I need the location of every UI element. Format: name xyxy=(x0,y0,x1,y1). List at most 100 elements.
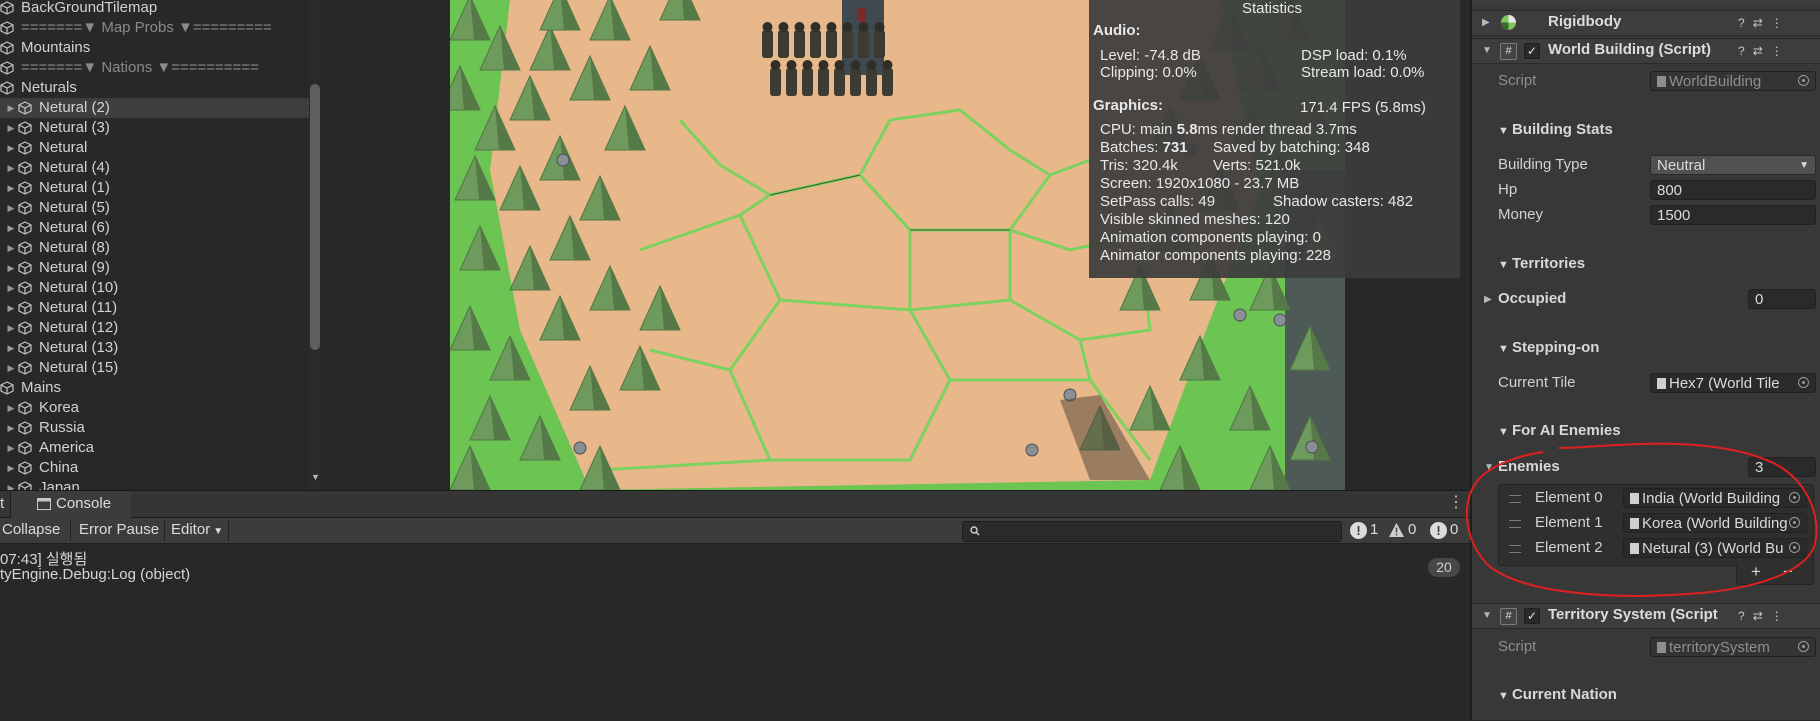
ai-enemies-header[interactable]: ▼ For AI Enemies xyxy=(1498,421,1621,442)
territories-header[interactable]: ▼ Territories xyxy=(1498,254,1585,275)
hierarchy-item[interactable]: ▶ Netural xyxy=(0,138,310,158)
rock xyxy=(1273,313,1287,327)
hierarchy-item[interactable]: BackGroundTilemap xyxy=(0,0,310,18)
hierarchy-item[interactable]: ▶ Russia xyxy=(0,418,310,438)
tab-previous[interactable]: t xyxy=(0,492,4,516)
expand-arrow-icon[interactable]: ▶ xyxy=(5,278,17,298)
hierarchy-item[interactable]: ▶ Netural (3) xyxy=(0,118,310,138)
hierarchy-item[interactable]: ▶ Netural (4) xyxy=(0,158,310,178)
expand-arrow-icon[interactable]: ▶ xyxy=(5,438,17,458)
hierarchy-separator[interactable]: =======▼ Nations ▼========== xyxy=(0,58,310,78)
hierarchy-item[interactable]: ▶ America xyxy=(0,438,310,458)
stats-cpu: CPU: main 5.8ms render thread 3.7ms xyxy=(1100,121,1357,138)
building-type-dropdown[interactable]: Neutral ▼ xyxy=(1650,155,1816,175)
fold-right-icon[interactable]: ▶ xyxy=(1482,17,1490,28)
scroll-down-arrow-icon[interactable]: ▼ xyxy=(309,472,322,486)
object-picker-icon[interactable] xyxy=(1798,377,1809,388)
presets-icon[interactable]: ⇄ xyxy=(1753,609,1771,623)
expand-arrow-icon[interactable]: ▶ xyxy=(5,358,17,378)
territory-script-field[interactable]: territorySystem xyxy=(1650,637,1816,657)
hierarchy-item[interactable]: ▶ Netural (15) xyxy=(0,358,310,378)
object-picker-icon[interactable] xyxy=(1798,75,1809,86)
expand-arrow-icon[interactable]: ▶ xyxy=(5,458,17,478)
component-menu-icon[interactable]: ⋮ xyxy=(1771,16,1791,30)
script-field[interactable]: WorldBuilding xyxy=(1650,71,1816,91)
help-icon[interactable]: ? xyxy=(1738,16,1753,30)
hierarchy-item-label: Netural (3) xyxy=(39,119,110,136)
world-building-enabled-checkbox[interactable]: ✓ xyxy=(1524,43,1540,59)
soldier-head xyxy=(850,60,861,70)
gameobject-cube-icon xyxy=(18,481,32,490)
hierarchy-item[interactable]: ▶ Korea xyxy=(0,398,310,418)
hierarchy-item[interactable]: ▶ Netural (1) xyxy=(0,178,310,198)
hierarchy-item[interactable]: ▶ Netural (11) xyxy=(0,298,310,318)
expand-arrow-icon[interactable]: ▶ xyxy=(5,158,17,178)
hierarchy-item[interactable]: ▶ Netural (10) xyxy=(0,278,310,298)
presets-icon[interactable]: ⇄ xyxy=(1753,44,1771,58)
expand-arrow-icon[interactable]: ▶ xyxy=(5,398,17,418)
hierarchy-item[interactable]: ▶ Netural (12) xyxy=(0,318,310,338)
fold-right-icon[interactable]: ▶ xyxy=(1484,294,1492,305)
hierarchy-scroll-thumb[interactable] xyxy=(310,84,320,350)
warning-count[interactable]: 0 xyxy=(1408,518,1416,542)
expand-arrow-icon[interactable]: ▶ xyxy=(5,218,17,238)
gameobject-cube-icon xyxy=(18,261,32,275)
expand-arrow-icon[interactable]: ▶ xyxy=(5,198,17,218)
hierarchy-item[interactable]: ▶ Netural (8) xyxy=(0,238,310,258)
territory-system-enabled-checkbox[interactable]: ✓ xyxy=(1524,608,1540,624)
help-icon[interactable]: ? xyxy=(1738,44,1753,58)
hierarchy-item[interactable]: ▶ Netural (13) xyxy=(0,338,310,358)
warning-icon[interactable] xyxy=(1388,522,1405,538)
hierarchy-item[interactable]: ▶ China xyxy=(0,458,310,478)
hierarchy-item[interactable]: Neturals xyxy=(0,78,310,98)
component-menu-icon[interactable]: ⋮ xyxy=(1771,44,1791,58)
building-stats-header[interactable]: ▼ Building Stats xyxy=(1498,120,1613,141)
component-menu-icon[interactable]: ⋮ xyxy=(1771,609,1791,623)
hp-field[interactable]: 800 xyxy=(1650,180,1816,200)
hierarchy-item[interactable]: Mountains xyxy=(0,38,310,58)
fold-down-icon[interactable]: ▼ xyxy=(1482,45,1492,56)
territory-system-header[interactable]: ▼ # ✓ Territory System (Script ?⇄⋮ xyxy=(1472,603,1820,629)
hierarchy-separator[interactable]: =======▼ Map Probs ▼========= xyxy=(0,18,310,38)
hierarchy-item[interactable]: ▶ Netural (5) xyxy=(0,198,310,218)
current-tile-field[interactable]: Hex7 (World Tile xyxy=(1650,373,1816,393)
expand-arrow-icon[interactable]: ▶ xyxy=(5,178,17,198)
hierarchy-item[interactable]: ▶ Japan xyxy=(0,478,310,490)
money-field[interactable]: 1500 xyxy=(1650,205,1816,225)
info-icon[interactable]: ! xyxy=(1430,522,1447,539)
hierarchy-item[interactable]: Mains xyxy=(0,378,310,398)
expand-arrow-icon[interactable]: ▶ xyxy=(5,318,17,338)
soldier xyxy=(786,68,797,96)
expand-arrow-icon[interactable]: ▶ xyxy=(5,338,17,358)
soldier xyxy=(770,68,781,96)
error-pause-button[interactable]: Error Pause xyxy=(79,518,159,542)
current-nation-header[interactable]: ▼ Current Nation xyxy=(1498,685,1617,706)
expand-arrow-icon[interactable]: ▶ xyxy=(5,298,17,318)
expand-arrow-icon[interactable]: ▶ xyxy=(5,98,17,118)
expand-arrow-icon[interactable]: ▶ xyxy=(5,478,17,490)
expand-arrow-icon[interactable]: ▶ xyxy=(5,118,17,138)
occupied-size-field[interactable]: 0 xyxy=(1748,289,1816,309)
error-count[interactable]: 1 xyxy=(1370,518,1378,542)
stepping-on-title: Stepping-on xyxy=(1511,339,1600,356)
help-icon[interactable]: ? xyxy=(1738,609,1753,623)
editor-dropdown[interactable]: Editor ▼ xyxy=(171,518,223,544)
console-search-input[interactable] xyxy=(962,521,1342,542)
stepping-on-header[interactable]: ▼ Stepping-on xyxy=(1498,338,1599,359)
expand-arrow-icon[interactable]: ▶ xyxy=(5,138,17,158)
expand-arrow-icon[interactable]: ▶ xyxy=(5,258,17,278)
hierarchy-item[interactable]: ▶ Netural (2) xyxy=(0,98,310,118)
world-building-header[interactable]: ▼ # ✓ World Building (Script) ?⇄⋮ xyxy=(1472,38,1820,64)
tab-console[interactable]: Console xyxy=(11,491,131,518)
log-entry-line2[interactable]: tyEngine.Debug:Log (object) xyxy=(0,566,190,583)
hierarchy-item[interactable]: ▶ Netural (9) xyxy=(0,258,310,278)
hierarchy-item[interactable]: ▶ Netural (6) xyxy=(0,218,310,238)
presets-icon[interactable]: ⇄ xyxy=(1753,16,1771,30)
error-icon[interactable]: ! xyxy=(1350,522,1367,539)
rigidbody-header[interactable]: ▶ Rigidbody ?⇄⋮ xyxy=(1472,10,1820,36)
expand-arrow-icon[interactable]: ▶ xyxy=(5,418,17,438)
fold-down-icon[interactable]: ▼ xyxy=(1482,610,1492,621)
expand-arrow-icon[interactable]: ▶ xyxy=(5,238,17,258)
object-picker-icon[interactable] xyxy=(1798,641,1809,652)
collapse-button[interactable]: Collapse xyxy=(2,518,60,542)
